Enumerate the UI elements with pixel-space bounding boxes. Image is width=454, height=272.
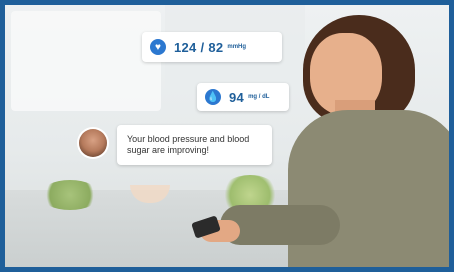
glucose-card: 💧 94 mg / dL bbox=[197, 83, 289, 111]
coach-avatar bbox=[79, 129, 107, 157]
blood-pressure-unit: mmHg bbox=[227, 44, 247, 50]
glucose-unit: mg / dL bbox=[248, 94, 270, 100]
coach-message-card: Your blood pressure and blood sugar are … bbox=[117, 125, 272, 165]
coach-message-text: Your blood pressure and blood sugar are … bbox=[127, 134, 250, 155]
plant bbox=[40, 180, 100, 210]
heart-icon: ♥ bbox=[150, 39, 166, 55]
blood-pressure-value: 124 / 82 bbox=[174, 39, 224, 55]
glucose-value: 94 bbox=[229, 89, 245, 105]
drop-icon: 💧 bbox=[205, 89, 221, 105]
window-light bbox=[11, 11, 161, 111]
screenshot-frame: ♥ 124 / 82 mmHg 💧 94 mg / dL Your blood … bbox=[0, 0, 454, 272]
blood-pressure-card: ♥ 124 / 82 mmHg bbox=[142, 32, 282, 62]
woman-body bbox=[288, 110, 449, 267]
